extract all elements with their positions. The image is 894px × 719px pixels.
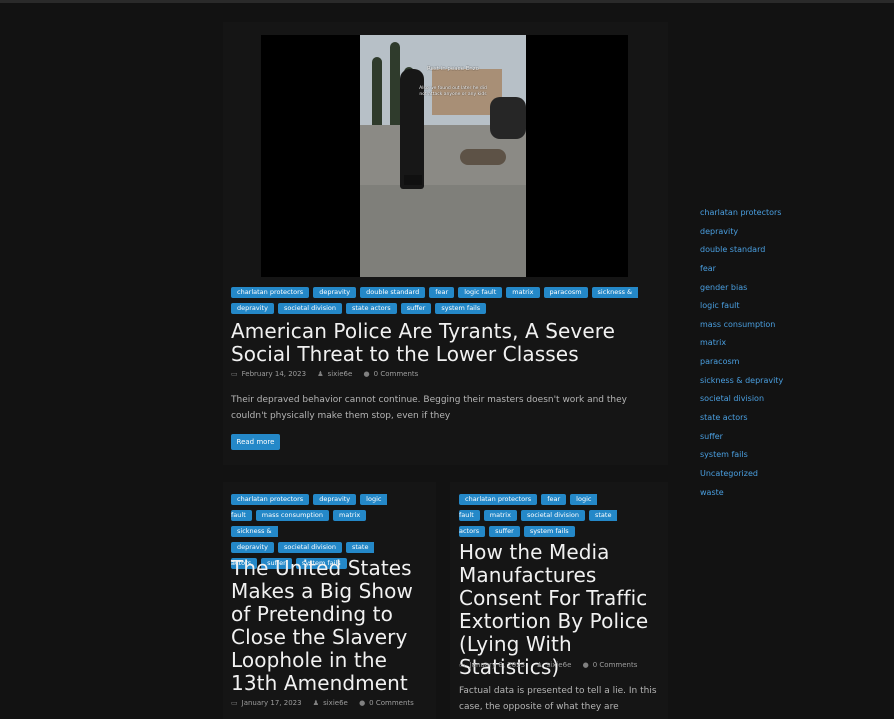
user-icon: ♟ xyxy=(536,661,543,669)
calendar-icon: ▭ xyxy=(231,370,238,378)
tag-link[interactable]: matrix xyxy=(483,510,517,521)
category-list: charlatan protectors depravity double st… xyxy=(700,207,830,505)
category-link[interactable]: paracosm xyxy=(700,356,830,375)
tag-link[interactable]: depravity xyxy=(313,494,357,505)
tag-link[interactable]: charlatan protectors xyxy=(231,494,310,505)
user-icon: ♟ xyxy=(312,699,320,707)
tag-link[interactable]: matrix xyxy=(506,287,540,298)
post-meta: ▭ January 8, 2023 ♟ sixie6e ● 0 Comments xyxy=(459,661,646,669)
tag-link[interactable]: fault xyxy=(231,510,252,521)
tag-link[interactable]: depravity xyxy=(231,542,274,553)
category-link[interactable]: double standard xyxy=(700,244,830,263)
post-tags: charlatan protectors fear logic fault matrix… xyxy=(459,494,649,542)
post-comments[interactable]: ● 0 Comments xyxy=(583,661,638,669)
featured-tags: charlatan protectors depravity double stan… xyxy=(231,287,641,319)
category-link[interactable]: Uncategorized xyxy=(700,468,830,487)
tag-link[interactable]: charlatan protectors xyxy=(231,287,310,298)
comment-icon: ● xyxy=(359,699,366,707)
tag-link[interactable]: logic fault xyxy=(458,287,503,298)
post-title[interactable]: How the Media Manufactures Consent For T… xyxy=(459,541,664,679)
tag-link[interactable]: fear xyxy=(541,494,567,505)
read-more-button[interactable]: Read more xyxy=(231,434,280,450)
calendar-icon: ▭ xyxy=(231,699,238,707)
tag-link[interactable]: state actors xyxy=(346,303,397,314)
tag-link[interactable]: matrix xyxy=(333,510,367,521)
tag-link[interactable]: sickness & xyxy=(231,526,278,537)
tag-link[interactable]: societal division xyxy=(277,303,342,314)
post-comments[interactable]: ● 0 Comments xyxy=(359,699,414,707)
tag-link[interactable]: fear xyxy=(429,287,455,298)
category-link[interactable]: waste xyxy=(700,487,830,506)
comment-icon: ● xyxy=(582,661,589,669)
tag-link[interactable]: societal division xyxy=(520,510,585,521)
tag-link[interactable]: system fails xyxy=(435,303,487,314)
video-caption-sub: Also we found out later he did not attac… xyxy=(419,86,487,97)
post-date[interactable]: ▭ January 8, 2023 xyxy=(459,661,525,669)
video-frame[interactable]: Rest in peace Enzo Also we found out lat… xyxy=(360,35,526,277)
tag-link[interactable]: logic xyxy=(570,494,598,505)
post-date[interactable]: ▭ February 14, 2023 xyxy=(231,370,306,378)
tag-link[interactable]: system fails xyxy=(523,526,575,537)
tag-link[interactable]: double standard xyxy=(360,287,426,298)
post-excerpt: Factual data is presented to tell a lie.… xyxy=(459,686,657,712)
post-comments[interactable]: ● 0 Comments xyxy=(364,370,419,378)
calendar-icon: ▭ xyxy=(459,661,466,669)
tag-link[interactable]: suffer xyxy=(489,526,520,537)
tag-link[interactable]: state xyxy=(588,510,618,521)
tag-link[interactable]: paracosm xyxy=(543,287,588,298)
post-author[interactable]: ♟ sixie6e xyxy=(313,699,348,707)
category-link[interactable]: mass consumption xyxy=(700,319,830,338)
tag-link[interactable]: depravity xyxy=(231,303,274,314)
tag-link[interactable]: fault xyxy=(459,510,480,521)
post-meta: ▭ January 17, 2023 ♟ sixie6e ● 0 Comments xyxy=(231,699,423,707)
featured-post-title[interactable]: American Police Are Tyrants, A Severe So… xyxy=(231,320,661,366)
tag-link[interactable]: actors xyxy=(459,526,486,537)
featured-post-excerpt: Their depraved behavior cannot continue.… xyxy=(231,395,627,421)
category-link[interactable]: depravity xyxy=(700,226,830,245)
post-author[interactable]: ♟ sixie6e xyxy=(536,661,571,669)
tag-link[interactable]: state xyxy=(346,542,375,553)
user-icon: ♟ xyxy=(317,370,324,378)
featured-video[interactable]: Rest in peace Enzo Also we found out lat… xyxy=(261,35,628,277)
dog xyxy=(460,149,506,165)
tag-link[interactable]: societal division xyxy=(277,542,342,553)
tag-link[interactable]: sickness & xyxy=(591,287,639,298)
category-link[interactable]: charlatan protectors xyxy=(700,207,830,226)
category-link[interactable]: fear xyxy=(700,263,830,282)
category-link[interactable]: logic fault xyxy=(700,300,830,319)
category-link[interactable]: gender bias xyxy=(700,282,830,301)
top-border xyxy=(0,0,894,3)
video-caption: Rest in peace Enzo xyxy=(426,66,480,72)
category-link[interactable]: sickness & depravity xyxy=(700,375,830,394)
tag-link[interactable]: mass consumption xyxy=(255,510,329,521)
tag-link[interactable]: charlatan protectors xyxy=(459,494,538,505)
tag-link[interactable]: logic xyxy=(360,494,388,505)
category-link[interactable]: societal division xyxy=(700,393,830,412)
category-link[interactable]: suffer xyxy=(700,431,830,450)
motorcycle xyxy=(490,97,526,139)
tag-link[interactable]: depravity xyxy=(313,287,357,298)
post-author[interactable]: ♟ sixie6e xyxy=(317,370,352,378)
category-link[interactable]: state actors xyxy=(700,412,830,431)
featured-post-meta: ▭ February 14, 2023 ♟ sixie6e ● 0 Comments xyxy=(231,370,427,378)
category-link[interactable]: matrix xyxy=(700,337,830,356)
comment-icon: ● xyxy=(363,370,370,378)
post-title[interactable]: The United States Makes a Big Show of Pr… xyxy=(231,557,431,695)
tag-link[interactable]: suffer xyxy=(400,303,432,314)
category-link[interactable]: system fails xyxy=(700,449,830,468)
post-date[interactable]: ▭ January 17, 2023 xyxy=(231,699,302,707)
